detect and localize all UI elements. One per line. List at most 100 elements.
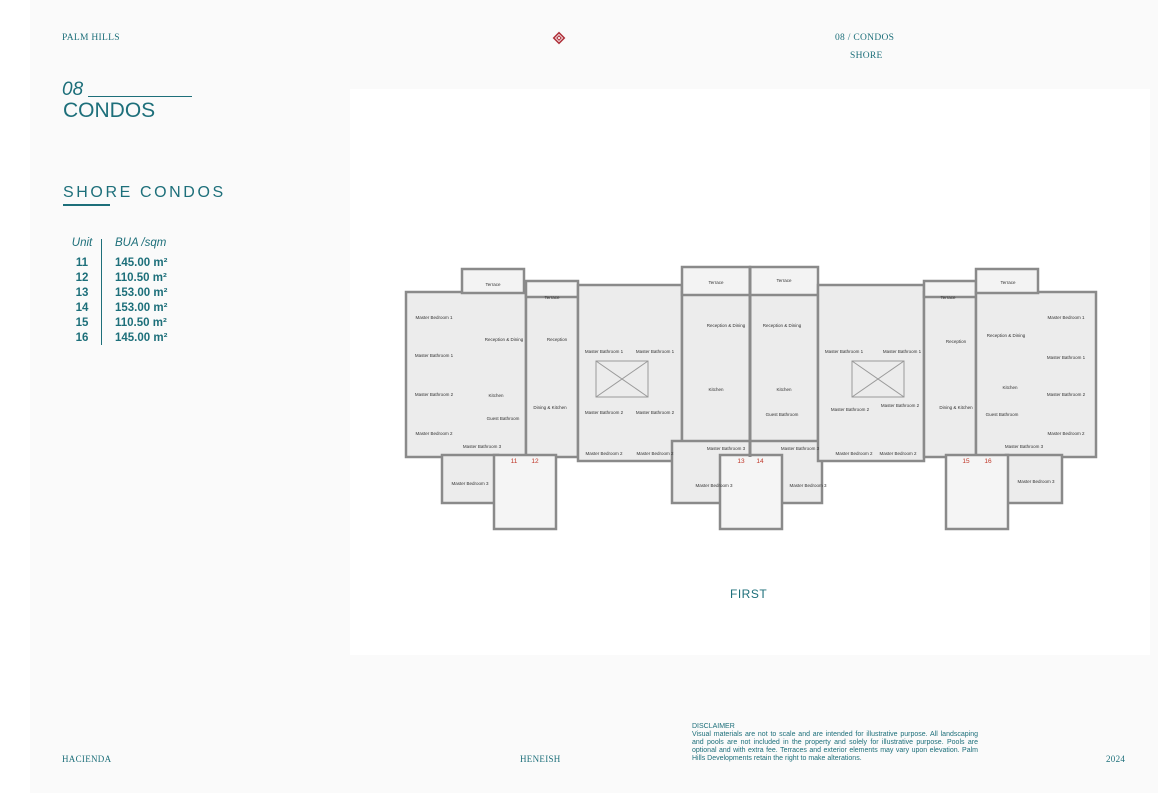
room-label: Kitchen	[708, 387, 724, 392]
section-number: 08	[62, 79, 84, 100]
room-label: Guest Bathroom	[487, 416, 520, 421]
room-label: Master Bedroom 2	[879, 451, 917, 456]
bua-cell: 110.50 m²	[115, 272, 167, 284]
unit-cell: 11	[75, 257, 89, 269]
table-row: 16 145.00 m²	[63, 332, 168, 347]
page-title: CONDOS	[63, 99, 156, 122]
room-label: Master Bedroom 3	[789, 483, 827, 488]
stair-core	[944, 453, 1010, 531]
room-label: Master Bathroom 1	[825, 349, 864, 354]
unit-table: Unit BUA /sqm 11 145.00 m² 12 110.50 m² 13…	[63, 237, 168, 347]
room-label: Terrace	[776, 278, 792, 283]
bua-cell: 153.00 m²	[115, 287, 168, 299]
room-label: Master Bathroom 1	[883, 349, 922, 354]
room-label: Master Bedroom 3	[451, 481, 489, 486]
room-label: Kitchen	[1002, 385, 1018, 390]
room-label: Master Bathroom 3	[1005, 444, 1044, 449]
unit-column-header: Unit	[71, 237, 93, 249]
room-label: Master Bathroom 2	[636, 410, 675, 415]
room-label: Reception & Dining	[485, 337, 524, 342]
room-label: Master Bedroom 1	[415, 315, 453, 320]
unit-15-bedrooms	[816, 283, 926, 463]
brand-header: PALM HILLS	[62, 33, 120, 43]
room-label: Reception & Dining	[987, 333, 1026, 338]
footer-left: HACIENDA	[62, 754, 112, 764]
unit-number-label: 14	[756, 458, 764, 465]
unit-cell: 13	[75, 287, 89, 299]
table-row: 15 110.50 m²	[63, 317, 167, 332]
subtitle-underline	[63, 204, 110, 206]
disclaimer: DISCLAIMER Visual materials are not to s…	[692, 723, 978, 763]
terrace-block	[460, 267, 526, 295]
floor-plan-panel: Terrace Terrace Terrace Terrace Terrace …	[350, 89, 1150, 655]
room-label: Master Bathroom 2	[415, 392, 454, 397]
room-label: Master Bedroom 2	[835, 451, 873, 456]
room-label: Terrace	[1000, 280, 1016, 285]
room-label: Terrace	[485, 282, 501, 287]
room-label: Master Bathroom 1	[585, 349, 624, 354]
room-label: Master Bathroom 1	[636, 349, 675, 354]
room-label: Master Bedroom 2	[585, 451, 623, 456]
page: PALM HILLS 08 / CONDOS SHORE 08 CONDOS S…	[30, 0, 1158, 793]
stair-core	[718, 453, 784, 531]
unit-number-label: 16	[984, 458, 992, 465]
room-label: Dining & Kitchen	[533, 405, 567, 410]
room-label: Reception & Dining	[707, 323, 746, 328]
page-subtitle: SHORE CONDOS	[63, 184, 226, 201]
unit-number-label: 15	[962, 458, 970, 465]
room-label: Master Bathroom 1	[415, 353, 454, 358]
room-label: Master Bathroom 2	[881, 403, 920, 408]
section-number-underline	[88, 96, 192, 97]
room-label: Guest Bathroom	[766, 412, 799, 417]
table-row: 14 153.00 m²	[63, 302, 168, 317]
unit-11-bedroom-wing	[440, 453, 500, 505]
room-label: Master Bedroom 2	[415, 431, 453, 436]
unit-number-label: 11	[511, 458, 518, 465]
unit-number-label: 13	[737, 458, 745, 465]
unit-number-label: 12	[531, 458, 539, 465]
table-row: 13 153.00 m²	[63, 287, 168, 302]
room-label: Master Bathroom 2	[585, 410, 624, 415]
room-label: Guest Bathroom	[986, 412, 1019, 417]
room-label: Master Bedroom 2	[1047, 431, 1085, 436]
room-label: Dining & Kitchen	[939, 405, 973, 410]
table-divider	[101, 239, 102, 345]
bua-column-header: BUA /sqm	[115, 237, 167, 249]
room-label: Master Bathroom 3	[781, 446, 820, 451]
room-label: Master Bathroom 2	[1047, 392, 1086, 397]
room-label: Reception & Dining	[763, 323, 802, 328]
room-label: Terrace	[708, 280, 724, 285]
unit-cell: 14	[75, 302, 89, 314]
floor-label: FIRST	[730, 587, 768, 601]
footer-center: HENEISH	[520, 754, 561, 764]
floor-plan-drawing: Terrace Terrace Terrace Terrace Terrace …	[404, 265, 1098, 531]
room-label: Master Bedroom 3	[695, 483, 733, 488]
table-row: 11 145.00 m²	[63, 257, 168, 272]
room-label: Master Bathroom 2	[831, 407, 870, 412]
bua-cell: 153.00 m²	[115, 302, 168, 314]
room-label: Master Bedroom 3	[1017, 479, 1055, 484]
subsection-header: SHORE	[850, 51, 883, 61]
room-label: Master Bathroom 3	[707, 446, 746, 451]
bua-cell: 110.50 m²	[115, 317, 167, 329]
room-label: Terrace	[544, 295, 560, 300]
room-label: Master Bathroom 3	[463, 444, 502, 449]
room-label: Master Bedroom 1	[1047, 315, 1085, 320]
disclaimer-title: DISCLAIMER	[692, 723, 735, 730]
disclaimer-text: Visual materials are not to scale and ar…	[692, 731, 978, 762]
footer-year: 2024	[1106, 754, 1126, 764]
unit-15-plan	[922, 290, 978, 459]
unit-cell: 15	[75, 317, 89, 329]
unit-13-plan	[680, 290, 752, 459]
room-label: Reception	[946, 339, 967, 344]
room-label: Master Bedroom 2	[636, 451, 674, 456]
room-label: Kitchen	[488, 393, 504, 398]
room-label: Kitchen	[776, 387, 792, 392]
unit-cell: 12	[75, 272, 89, 284]
bua-cell: 145.00 m²	[115, 332, 168, 344]
section-header: 08 / CONDOS	[835, 33, 895, 43]
unit-table-header: Unit BUA /sqm	[63, 237, 167, 257]
unit-14-plan	[748, 290, 820, 459]
room-label: Terrace	[940, 295, 956, 300]
unit-12-plan	[524, 290, 580, 459]
